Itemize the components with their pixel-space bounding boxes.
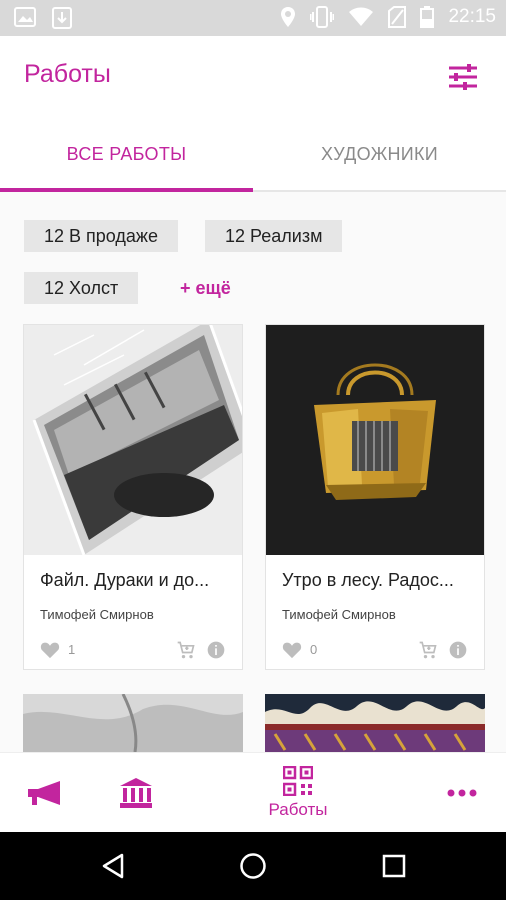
artwork-card-peek[interactable] [23, 694, 243, 752]
artwork-title: Файл. Дураки и до... [40, 570, 210, 590]
bottom-navigation: Работы [0, 752, 506, 832]
wifi-icon [349, 7, 374, 26]
filter-chip-for-sale[interactable]: 12 В продаже [24, 220, 178, 252]
nav-more[interactable] [440, 753, 484, 833]
back-icon[interactable] [100, 852, 126, 880]
nav-museums[interactable] [114, 753, 158, 833]
artwork-card[interactable]: Файл. Дураки и до... Тимофей Смирнов 1 [23, 324, 243, 670]
nav-works[interactable]: Работы [258, 753, 338, 833]
like-count: 1 [68, 642, 76, 657]
qr-icon [283, 766, 313, 796]
info-icon[interactable] [206, 640, 226, 660]
system-navigation-bar [0, 832, 506, 900]
cart-icon[interactable] [176, 640, 196, 660]
heart-icon[interactable] [40, 641, 60, 659]
museum-icon [120, 778, 152, 808]
artwork-title: Утро в лесу. Радос... [282, 570, 454, 590]
cart-icon[interactable] [418, 640, 438, 660]
more-filters-link[interactable]: + ещё [180, 278, 231, 299]
nav-works-label: Работы [268, 800, 328, 819]
location-icon [281, 7, 296, 27]
image-icon [14, 7, 36, 27]
artwork-card-peek[interactable] [265, 694, 485, 752]
info-icon[interactable] [448, 640, 468, 660]
artwork-image[interactable] [266, 325, 484, 555]
tab-indicator [0, 188, 253, 192]
tab-artists[interactable]: ХУДОЖНИКИ [253, 116, 506, 192]
status-bar: 22:15 [0, 0, 506, 36]
no-sim-icon [388, 6, 407, 28]
like-count: 0 [310, 642, 318, 657]
status-time: 22:15 [448, 6, 496, 27]
page-title: Работы [24, 60, 111, 88]
artwork-card[interactable]: Утро в лесу. Радос... Тимофей Смирнов 0 [265, 324, 485, 670]
nav-news[interactable] [22, 753, 68, 833]
artwork-artist: Тимофей Смирнов [40, 607, 154, 622]
artwork-image[interactable] [24, 325, 242, 555]
app-bar: Работы [0, 36, 506, 116]
battery-icon [420, 6, 435, 28]
artwork-artist: Тимофей Смирнов [282, 607, 396, 622]
recents-icon[interactable] [381, 852, 407, 880]
tab-all-works[interactable]: ВСЕ РАБОТЫ [0, 116, 253, 192]
filter-icon[interactable] [446, 60, 480, 94]
heart-icon[interactable] [282, 641, 302, 659]
vibrate-icon [310, 6, 335, 28]
more-icon [447, 789, 477, 797]
download-icon [52, 7, 72, 29]
tab-bar: ВСЕ РАБОТЫ ХУДОЖНИКИ [0, 116, 506, 192]
filter-chip-realism[interactable]: 12 Реализм [205, 220, 343, 252]
megaphone-icon [28, 781, 60, 805]
filter-chip-canvas[interactable]: 12 Холст [24, 272, 139, 304]
home-icon[interactable] [239, 852, 267, 880]
